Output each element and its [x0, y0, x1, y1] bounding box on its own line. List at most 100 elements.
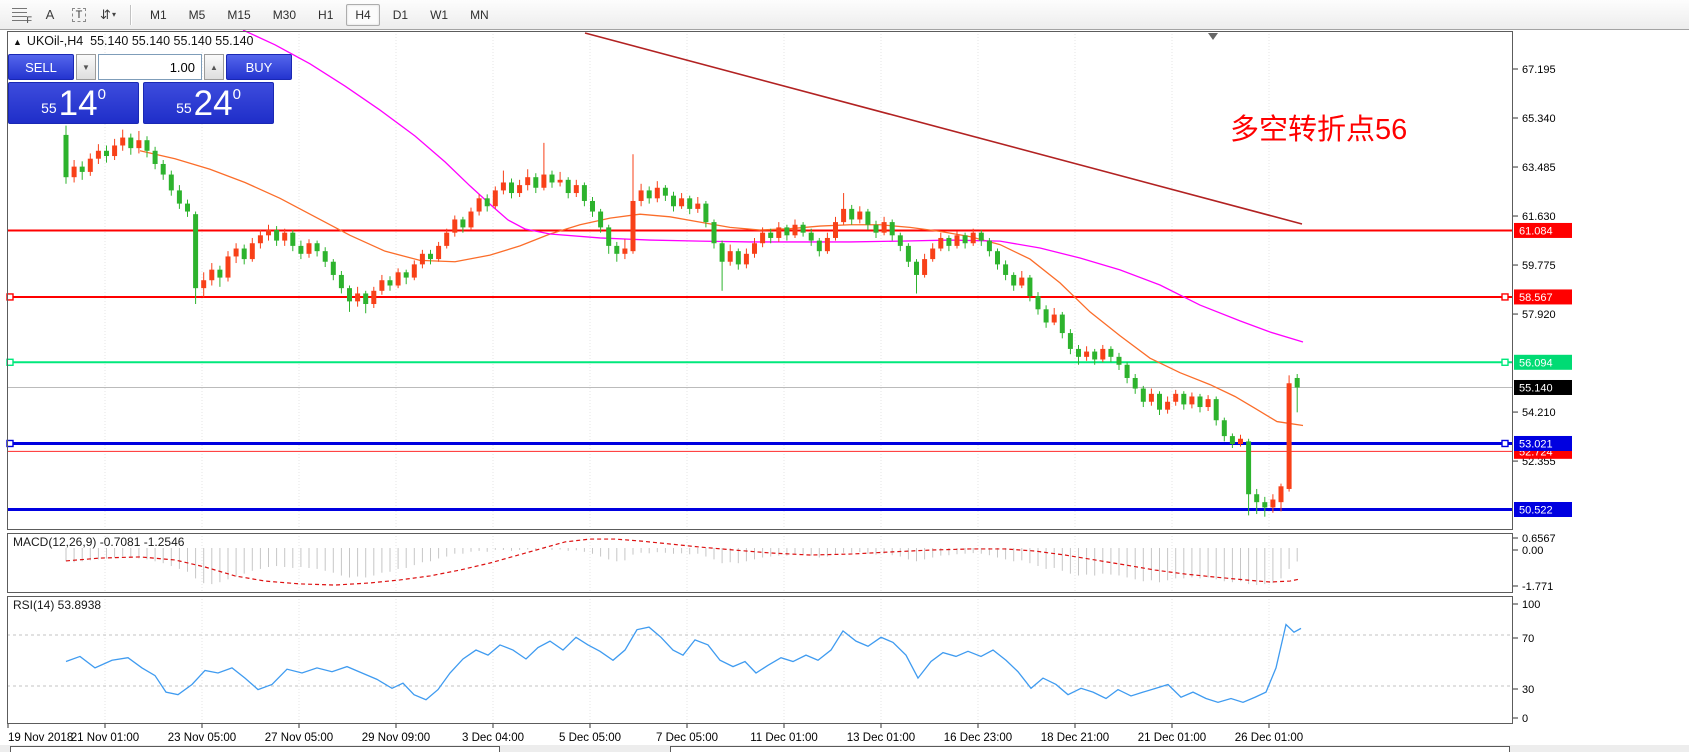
timeframe-m5-button[interactable]: M5 [180, 4, 215, 26]
timeframe-mn-button[interactable]: MN [461, 4, 498, 26]
timeframe-m1-button[interactable]: M1 [141, 4, 176, 26]
candle-body [469, 212, 474, 228]
candle-body [169, 175, 174, 191]
candle-body [1254, 494, 1259, 502]
timeframe-m15-button[interactable]: M15 [218, 4, 259, 26]
panel-border-1 [8, 534, 1513, 593]
candle-body [1052, 315, 1057, 323]
candle-body [128, 138, 133, 149]
timeframe-w1-button[interactable]: W1 [421, 4, 457, 26]
price-tick-label: 57.920 [1522, 309, 1556, 321]
price-tick-label: 61.630 [1522, 211, 1556, 223]
candle-body [428, 254, 433, 259]
date-label: 7 Dec 05:00 [656, 732, 718, 744]
candle-body [874, 225, 879, 233]
timeframe-m30-button[interactable]: M30 [264, 4, 305, 26]
candle-body [1044, 309, 1049, 322]
timeframe-d1-button[interactable]: D1 [384, 4, 417, 26]
candle-body [290, 233, 295, 246]
timeframe-h4-button[interactable]: H4 [346, 4, 379, 26]
candle-body [1165, 402, 1170, 410]
sell-price-prefix: 55 [41, 100, 57, 116]
candle-body [817, 241, 822, 252]
candle-body [963, 235, 968, 243]
candle-body [379, 280, 384, 291]
candle-body [558, 180, 563, 183]
candle-body [177, 190, 182, 203]
candle-body [242, 249, 247, 260]
buy-price-sup: 0 [233, 86, 241, 103]
candle-body [906, 246, 911, 262]
date-label: 3 Dec 04:00 [462, 732, 524, 744]
terminal-panel-left[interactable] [10, 746, 500, 752]
date-label: 11 Dec 01:00 [750, 732, 818, 744]
candle-body [768, 233, 773, 238]
level-anchor [1502, 359, 1508, 365]
fibonacci-letter: F [27, 15, 33, 25]
candle-body [946, 238, 951, 246]
symbol-name: UKOil-,H4 [27, 34, 83, 48]
candle-body [703, 204, 708, 222]
one-click-trade-panel: SELL ▼ ▲ BUY 55 14 0 55 24 0 [8, 54, 274, 124]
date-label: 21 Dec 01:00 [1138, 732, 1206, 744]
volume-increase-button[interactable]: ▲ [204, 54, 224, 80]
candle-body [979, 233, 984, 241]
candle-body [1011, 275, 1016, 286]
price-tick-label: 59.775 [1522, 260, 1556, 272]
candle-body [987, 241, 992, 252]
buy-button[interactable]: BUY [226, 54, 292, 80]
volume-input[interactable] [98, 54, 202, 80]
price-chart[interactable]: 67.19565.34063.48561.63059.77557.92054.2… [0, 30, 1689, 752]
text-tool-icon[interactable]: A [37, 4, 63, 26]
candle-body [590, 201, 595, 212]
rsi-scale-label: 100 [1522, 599, 1540, 611]
candle-body [396, 272, 401, 285]
fibonacci-tool-icon[interactable]: F [8, 4, 34, 26]
volume-decrease-button[interactable]: ▼ [76, 54, 96, 80]
candle-body [120, 138, 125, 146]
candle-body [1100, 349, 1105, 360]
candle-body [371, 291, 376, 304]
candle-body [80, 167, 85, 172]
sell-price-sup: 0 [98, 86, 106, 103]
terminal-panel-right[interactable] [670, 746, 1510, 752]
candle-body [444, 233, 449, 246]
sell-price-box[interactable]: 55 14 0 [8, 82, 139, 124]
macd-signal-line [66, 539, 1300, 585]
candle-body [209, 270, 214, 281]
candle-body [1295, 378, 1300, 388]
chart-title: ▲UKOil-,H4 55.140 55.140 55.140 55.140 [13, 34, 254, 48]
candle-body [339, 275, 344, 288]
candle-body [1141, 389, 1146, 402]
candle-body [801, 225, 806, 233]
collapse-triangle-icon[interactable]: ▲ [13, 37, 22, 47]
candle-body [331, 262, 336, 275]
candle-body [226, 256, 231, 277]
arrows-tool-icon[interactable]: ⇵▾ [95, 4, 121, 26]
rsi-scale-label: 70 [1522, 633, 1534, 645]
candle-body [1003, 264, 1008, 275]
candle-body [744, 254, 749, 265]
price-tick-label: 67.195 [1522, 64, 1556, 76]
candle-body [622, 249, 627, 254]
candle-body [258, 235, 263, 243]
macd-scale-label: 0.6567 [1522, 533, 1556, 545]
buy-price-box[interactable]: 55 24 0 [143, 82, 274, 124]
candle-body [153, 151, 158, 164]
candle-body [1084, 352, 1089, 357]
price-tick-label: 54.210 [1522, 407, 1556, 419]
price-badge-label: 53.021 [1519, 438, 1553, 450]
candle-body [347, 288, 352, 301]
candle-body [1222, 420, 1227, 436]
timeframe-h1-button[interactable]: H1 [309, 4, 342, 26]
candle-body [161, 164, 166, 175]
sell-button[interactable]: SELL [8, 54, 74, 80]
candle-body [1238, 439, 1243, 444]
text-label-tool-icon[interactable]: T [66, 4, 92, 26]
candle-body [1019, 278, 1024, 286]
date-label: 19 Nov 2018 [8, 732, 73, 744]
level-anchor [1502, 294, 1508, 300]
candle-body [663, 188, 668, 196]
candle-body [1092, 352, 1097, 360]
panel-border-2 [8, 597, 1513, 724]
